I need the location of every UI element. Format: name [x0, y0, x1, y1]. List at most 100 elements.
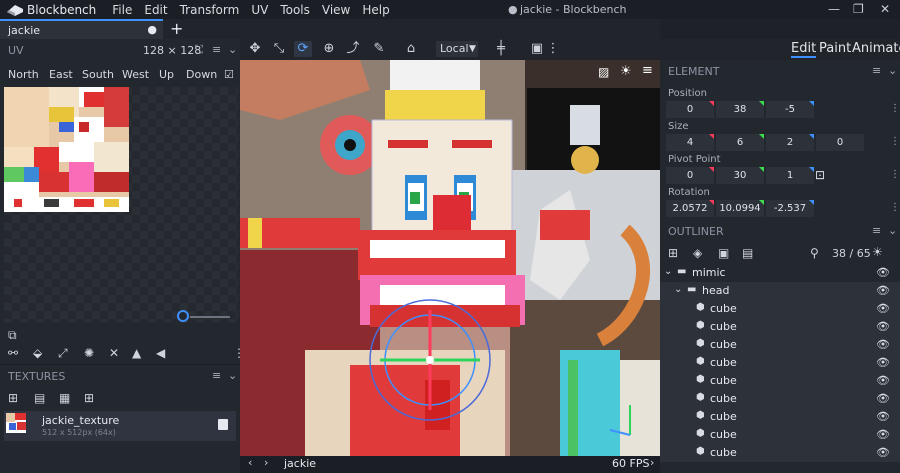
outliner-cube[interactable]: ⬢ cube 👁 [660, 318, 900, 336]
chevron-down-icon[interactable]: ⌄ [664, 266, 672, 277]
chevron-down-icon[interactable]: ⌄ [888, 64, 897, 77]
visibility-eye-icon[interactable]: 👁 [876, 320, 890, 333]
outliner-cube[interactable]: ⬢ cube 👁 [660, 444, 900, 462]
brightness-icon[interactable]: ☀ [872, 245, 883, 259]
brightness-icon[interactable]: ☀ [620, 64, 632, 79]
face-tab-south[interactable]: South [82, 68, 114, 81]
mode-paint[interactable]: Paint [819, 41, 851, 56]
more-icon[interactable]: ⋮ [890, 136, 900, 147]
chevron-left-icon[interactable]: ‹ [248, 456, 252, 469]
visibility-eye-icon[interactable]: 👁 [876, 338, 890, 351]
outliner-cube[interactable]: ⬢ cube 👁 [660, 300, 900, 318]
menu-help[interactable]: Help [362, 3, 389, 17]
menu-tools[interactable]: Tools [280, 3, 310, 17]
center-pivot-icon[interactable]: ⊡ [815, 168, 825, 182]
visibility-eye-icon[interactable]: 👁 [876, 374, 890, 387]
new-tab-button[interactable]: + [170, 19, 183, 38]
import-texture-icon[interactable]: ⊞ [8, 391, 18, 405]
outliner-cube[interactable]: ⬢ cube 👁 [660, 390, 900, 408]
more-icon[interactable]: ⋮ [890, 169, 900, 180]
viewport-menu-icon[interactable]: ≡ [642, 63, 653, 78]
fullscreen-icon[interactable]: ⛶ [195, 43, 203, 57]
copy-uv-icon[interactable]: ⧉ [8, 328, 17, 343]
menu-file[interactable]: File [112, 3, 132, 17]
face-tab-down[interactable]: Down [186, 68, 217, 81]
size-z-input[interactable]: 2 [766, 134, 814, 151]
brush-tool-icon[interactable]: ✎ [370, 41, 388, 57]
rotate-uv-icon[interactable]: ◀ [156, 346, 165, 360]
face-tab-up[interactable]: Up [159, 68, 174, 81]
vertex-snap-icon[interactable]: ⤴ [344, 41, 362, 57]
paint-bucket-icon[interactable]: ⌂ [402, 41, 420, 57]
maximize-uv-icon[interactable]: ⤢ [58, 346, 68, 361]
outliner-cube[interactable]: ⬢ cube 👁 [660, 354, 900, 372]
clear-uv-icon[interactable]: ✕ [109, 346, 119, 360]
rotation-y-input[interactable]: 10.0994 [716, 200, 764, 217]
close-window-button[interactable]: ✕ [880, 2, 890, 16]
visibility-eye-icon[interactable]: 👁 [876, 266, 890, 279]
add-cube-icon[interactable]: ⊞ [668, 246, 678, 260]
3d-viewport[interactable]: ▨ ☀ ≡ [240, 60, 660, 456]
position-y-input[interactable]: 38 [716, 101, 764, 118]
pivot-z-input[interactable]: 1 [766, 167, 814, 184]
collapse-icon[interactable]: ▤ [742, 246, 753, 260]
auto-uv-icon[interactable]: ✺ [84, 346, 94, 360]
link-icon[interactable]: ⚯ [8, 346, 18, 360]
maximize-button[interactable]: ❐ [853, 2, 864, 16]
outliner-cube[interactable]: ⬢ cube 👁 [660, 336, 900, 354]
project-tab-jackie[interactable]: jackie ● [0, 19, 163, 39]
menu-transform[interactable]: Transform [180, 3, 240, 17]
size-y-input[interactable]: 6 [716, 134, 764, 151]
outliner-group-head[interactable]: ⌄ ▬ head 👁 [660, 282, 900, 300]
pivot-x-input[interactable]: 0 [666, 167, 714, 184]
add-texture-group-icon[interactable]: ⊞ [84, 391, 94, 405]
visibility-eye-icon[interactable]: 👁 [876, 356, 890, 369]
pivot-y-input[interactable]: 30 [716, 167, 764, 184]
uv-size-label[interactable]: 128 × 128 [143, 44, 201, 57]
chevron-down-icon[interactable]: ⌄ [228, 369, 237, 382]
face-tab-east[interactable]: East [49, 68, 73, 81]
add-group-icon[interactable]: ▣ [718, 246, 729, 260]
visibility-eye-icon[interactable]: 👁 [876, 302, 890, 315]
position-x-input[interactable]: 0 [666, 101, 714, 118]
move-tool-icon[interactable]: ✥ [246, 41, 264, 57]
mirror-icon[interactable]: ╪ [492, 41, 510, 57]
position-z-input[interactable]: -5 [766, 101, 814, 118]
outliner-cube[interactable]: ⬢ cube 👁 [660, 426, 900, 444]
texture-folder-icon[interactable]: ▦ [59, 391, 70, 405]
face-tab-north[interactable]: North [8, 68, 39, 81]
tab-modified-dot[interactable]: ● [147, 23, 157, 36]
menu-uv[interactable]: UV [251, 3, 268, 17]
menu-icon[interactable]: ≡ [872, 64, 881, 77]
visibility-eye-icon[interactable]: 👁 [876, 428, 890, 441]
uv-rotation-slider-track[interactable] [190, 316, 230, 318]
chevron-right-icon[interactable]: › [264, 456, 268, 469]
mode-animate[interactable]: Animate [852, 41, 900, 56]
menu-icon[interactable]: ≡ [212, 369, 221, 382]
visibility-eye-icon[interactable]: 👁 [876, 392, 890, 405]
chevron-down-icon[interactable]: ⌄ [674, 284, 682, 295]
outliner-cube[interactable]: ⬢ cube 👁 [660, 408, 900, 426]
size-x-input[interactable]: 4 [666, 134, 714, 151]
chevron-down-icon[interactable]: ⌄ [888, 224, 897, 237]
menu-view[interactable]: View [322, 3, 350, 17]
save-texture-icon[interactable] [218, 419, 228, 430]
mode-edit[interactable]: Edit [791, 41, 817, 58]
uv-editor-canvas[interactable] [4, 87, 238, 323]
search-icon[interactable]: ⚲ [810, 246, 819, 260]
outliner-cube[interactable]: ⬢ cube 👁 [660, 372, 900, 390]
face-options-icon[interactable]: ☑ [224, 68, 234, 81]
more-icon[interactable]: ⋮ [544, 41, 562, 57]
outliner-group-mimic[interactable]: ⌄ ▬ mimic 👁 [660, 264, 900, 282]
chevron-right-icon[interactable]: › [650, 456, 654, 469]
texture-item[interactable]: jackie_texture 512 x 512px (64x) [4, 411, 236, 441]
fill-icon[interactable]: ⬙ [33, 346, 42, 360]
rotate-tool-icon[interactable]: ⟳ [294, 41, 312, 57]
rotation-z-input[interactable]: -2.537 [766, 200, 814, 217]
more-icon[interactable]: ⋮ [890, 202, 900, 213]
menu-icon[interactable]: ≡ [212, 43, 221, 56]
chevron-down-icon[interactable]: ⌄ [228, 43, 237, 56]
create-texture-icon[interactable]: ▤ [34, 391, 45, 405]
uv-rotation-slider-handle[interactable] [177, 310, 189, 322]
rotation-x-input[interactable]: 2.0572 [666, 200, 714, 217]
